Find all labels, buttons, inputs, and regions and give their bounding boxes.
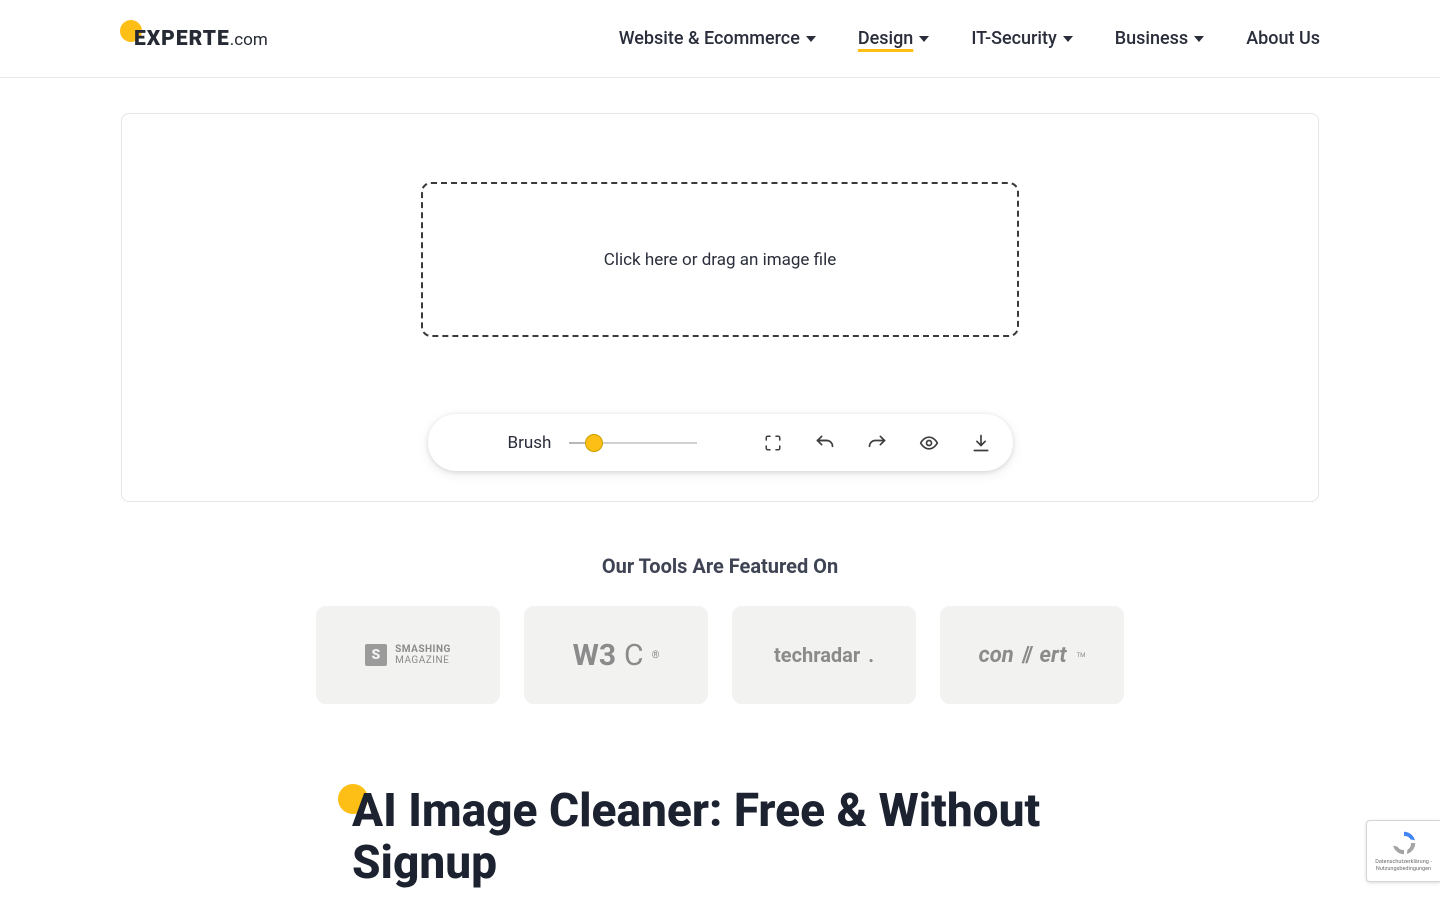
chevron-down-icon: [1194, 36, 1204, 42]
toolbar-icons: [763, 433, 991, 453]
site-header: EXPERTE.com Website & Ecommerce Design I…: [0, 0, 1440, 78]
partner-w3c: W3C®: [524, 606, 708, 704]
partner-techradar: techradar.: [732, 606, 916, 704]
partner-smashing-magazine: S SMASHING MAGAZINE: [316, 606, 500, 704]
chevron-down-icon: [1063, 36, 1073, 42]
partner-convert: con//ertTM: [940, 606, 1124, 704]
redo-icon[interactable]: [867, 433, 887, 453]
brush-size-slider[interactable]: [569, 433, 697, 453]
recaptcha-text: Datenschutzerklärung - Nutzungsbedingung…: [1375, 859, 1431, 872]
chevron-down-icon: [919, 36, 929, 42]
expand-icon[interactable]: [763, 433, 783, 453]
featured-logos: S SMASHING MAGAZINE W3C® techradar. con/…: [0, 606, 1440, 704]
logo-text: EXPERTE.com: [120, 27, 268, 51]
nav-design[interactable]: Design: [858, 28, 929, 49]
image-dropzone[interactable]: Click here or drag an image file: [421, 182, 1019, 337]
page-heading-wrap: AI Image Cleaner: Free & Without Signup: [340, 786, 1100, 889]
smashing-icon: S: [365, 644, 387, 666]
recaptcha-badge[interactable]: Datenschutzerklärung - Nutzungsbedingung…: [1366, 820, 1440, 882]
nav-website-ecommerce[interactable]: Website & Ecommerce: [619, 28, 816, 49]
slider-thumb: [585, 434, 603, 452]
main-nav: Website & Ecommerce Design IT-Security B…: [619, 28, 1320, 49]
brush-label: Brush: [508, 433, 552, 453]
eye-icon[interactable]: [919, 433, 939, 453]
download-icon[interactable]: [971, 433, 991, 453]
site-logo[interactable]: EXPERTE.com: [120, 22, 268, 56]
chevron-down-icon: [806, 36, 816, 42]
nav-it-security[interactable]: IT-Security: [971, 28, 1072, 49]
nav-business[interactable]: Business: [1115, 28, 1204, 49]
tool-card: Click here or drag an image file Brush: [121, 113, 1319, 502]
undo-icon[interactable]: [815, 433, 835, 453]
editor-toolbar: Brush: [428, 414, 1013, 471]
featured-title: Our Tools Are Featured On: [0, 554, 1440, 578]
nav-about-us[interactable]: About Us: [1246, 28, 1320, 49]
recaptcha-icon: [1390, 829, 1418, 857]
dropzone-label: Click here or drag an image file: [604, 250, 836, 270]
page-title: AI Image Cleaner: Free & Without Signup: [340, 786, 1100, 889]
